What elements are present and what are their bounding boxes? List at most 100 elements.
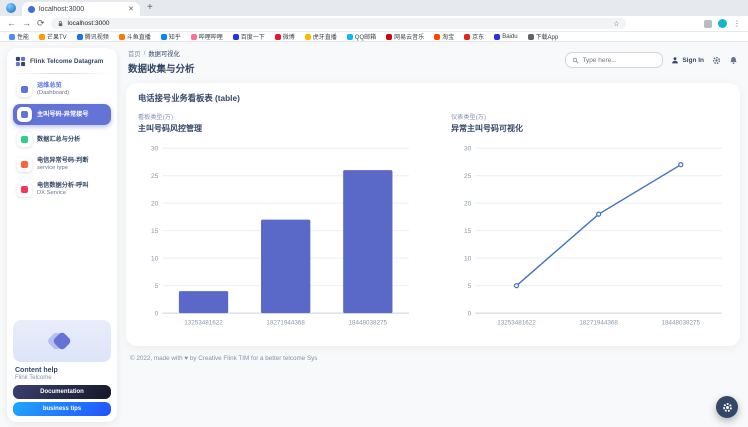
floating-settings-button[interactable]	[716, 396, 738, 418]
bookmark-item[interactable]: 芒果TV	[39, 32, 67, 41]
bar-chart-svg: 0510152025301325348162218271944368184480…	[138, 138, 415, 338]
forward-icon[interactable]: →	[22, 19, 31, 28]
bookmark-favicon-icon	[161, 34, 167, 40]
nav-item-icon	[17, 182, 32, 197]
search-box[interactable]	[565, 52, 663, 68]
sidebar-nav-item[interactable]: 电信异常号码-判断 service type	[13, 154, 111, 175]
nav-item-label: 电信数据分析-呼叫	[37, 182, 89, 189]
brand-logo-icon	[15, 56, 26, 67]
bookmark-favicon-icon	[119, 34, 125, 40]
nav-item-icon	[17, 107, 32, 122]
help-subtitle: Flink Telcome	[13, 375, 111, 381]
bookmark-label: 网易云音乐	[394, 32, 424, 41]
browser-tab[interactable]: localhost:3000 ✕	[22, 2, 140, 16]
brand[interactable]: Flink Telcome Datagram	[13, 55, 111, 72]
bookmark-label: QQ邮箱	[355, 32, 376, 41]
nav-item-label: 数据汇总与分析	[37, 136, 80, 143]
sidebar-nav-item[interactable]: 主叫号码-异常接号	[13, 104, 111, 125]
app-body: Flink Telcome Datagram 运维总览 (Dashboard)	[0, 42, 748, 427]
nav-item-label: 电信异常号码-判断	[37, 157, 89, 164]
sidebar-nav-item[interactable]: 运维总览 (Dashboard)	[13, 79, 111, 100]
browser-chrome: localhost:3000 ✕ + ← → ⟳ localhost:3000 …	[0, 0, 748, 42]
svg-text:5: 5	[468, 283, 472, 290]
bookmark-item[interactable]: 微博	[275, 32, 295, 41]
bookmark-label: 腾讯视频	[85, 32, 109, 41]
browser-menu-icon[interactable]: ⋮	[733, 20, 741, 28]
bookmark-label: 虎牙直播	[313, 32, 337, 41]
breadcrumb: 首页 / 数据可视化	[128, 49, 195, 58]
bookmark-favicon-icon	[464, 34, 470, 40]
svg-text:13253481622: 13253481622	[184, 319, 223, 326]
bookmark-label: 知乎	[169, 32, 181, 41]
svg-text:18448038275: 18448038275	[662, 319, 701, 326]
breadcrumb-current: 数据可视化	[148, 49, 179, 58]
business-tips-button[interactable]: business tips	[13, 402, 111, 416]
sidebar-nav-item[interactable]: 数据汇总与分析	[13, 129, 111, 150]
bookmark-item[interactable]: 性能	[9, 32, 29, 41]
documentation-button[interactable]: Documentation	[13, 385, 111, 399]
page-title: 数据收集与分析	[128, 61, 195, 75]
bookmark-star-icon[interactable]: ☆	[613, 20, 619, 28]
bookmark-item[interactable]: 百度一下	[233, 32, 265, 41]
new-tab-button[interactable]: +	[147, 3, 153, 13]
lock-icon	[57, 20, 64, 27]
bookmark-label: 微博	[283, 32, 295, 41]
card-title: 电话接号业务看板表 (table)	[138, 92, 728, 104]
bookmark-favicon-icon	[77, 34, 83, 40]
bar-chart-title: 主叫号码风控管理	[138, 123, 415, 134]
svg-text:10: 10	[464, 255, 472, 262]
help-title: Content help	[13, 367, 111, 374]
gear-icon	[722, 402, 733, 413]
bookmark-item[interactable]: 哔哩哔哩	[191, 32, 223, 41]
breadcrumb-root[interactable]: 首页	[128, 49, 141, 58]
page-footer: © 2022, made with ♥ by Creative Flink TI…	[126, 346, 740, 362]
settings-gear-icon[interactable]	[712, 56, 721, 65]
bookmark-label: 京东	[472, 32, 484, 41]
bookmark-label: 下载App	[536, 32, 559, 41]
back-icon[interactable]: ←	[7, 19, 16, 28]
bookmark-item[interactable]: QQ邮箱	[347, 32, 376, 41]
toolbar-right: ⋮	[704, 19, 741, 28]
search-input[interactable]	[582, 57, 656, 64]
tab-close-icon[interactable]: ✕	[128, 6, 134, 13]
bookmark-item[interactable]: 知乎	[161, 32, 181, 41]
bookmark-item[interactable]: 网易云音乐	[386, 32, 424, 41]
sidebar-nav: 运维总览 (Dashboard) 主叫号码-异常接号	[13, 79, 111, 200]
svg-text:0: 0	[468, 310, 472, 317]
sidebar-nav-item[interactable]: 电信数据分析-呼叫 DX Service	[13, 179, 111, 200]
refresh-icon[interactable]: ⟳	[37, 19, 45, 28]
notifications-bell-icon[interactable]	[729, 56, 738, 65]
bookmark-favicon-icon	[305, 34, 311, 40]
bookmark-label: 哔哩哔哩	[199, 32, 223, 41]
profile-avatar[interactable]	[718, 19, 727, 28]
address-bar[interactable]: localhost:3000 ☆	[51, 18, 626, 29]
svg-text:25: 25	[464, 173, 472, 180]
bookmark-item[interactable]: 京东	[464, 32, 484, 41]
dashboard-card: 电话接号业务看板表 (table) 看板类型(万) 主叫号码风控管理 05101…	[126, 83, 740, 346]
top-navbar: 首页 / 数据可视化 数据收集与分析 Sign In	[126, 47, 740, 75]
brand-name: Flink Telcome Datagram	[30, 58, 103, 66]
bookmark-item[interactable]: 斗鱼直播	[119, 32, 151, 41]
extensions-icon[interactable]	[704, 20, 712, 28]
tab-title: localhost:3000	[39, 6, 124, 13]
svg-text:20: 20	[464, 200, 472, 207]
cube-icon	[52, 331, 72, 351]
bookmark-favicon-icon	[233, 34, 239, 40]
bookmark-item[interactable]: 下载App	[528, 32, 559, 41]
copyright-text: © 2022, made with ♥ by Creative Flink TI…	[130, 355, 317, 362]
bookmark-favicon-icon	[434, 34, 440, 40]
bookmark-favicon-icon	[528, 34, 534, 40]
bookmark-item[interactable]: 虎牙直播	[305, 32, 337, 41]
bookmark-item[interactable]: 腾讯视频	[77, 32, 109, 41]
breadcrumb-separator: /	[144, 50, 146, 57]
tab-strip: localhost:3000 ✕ +	[0, 0, 748, 16]
nav-item-sublabel: DX Service	[37, 190, 89, 197]
bookmark-item[interactable]: 淘宝	[434, 32, 454, 41]
bookmark-label: 淘宝	[442, 32, 454, 41]
bookmark-item[interactable]: Baidu	[494, 34, 517, 40]
sign-in-button[interactable]: Sign In	[671, 56, 704, 64]
url-text[interactable]: localhost:3000	[68, 20, 610, 27]
tab-favicon-icon	[28, 6, 35, 13]
svg-text:15: 15	[464, 228, 472, 235]
sign-in-label: Sign In	[682, 57, 704, 64]
